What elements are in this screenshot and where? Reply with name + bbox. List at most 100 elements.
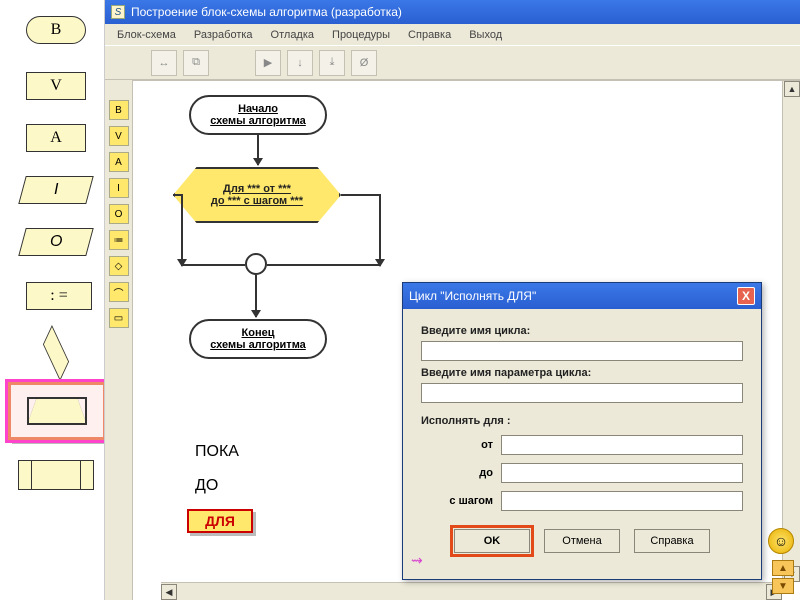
tool-arrange-icon[interactable]: ↔ [151,50,177,76]
scroll-up-icon[interactable]: ▲ [784,81,800,97]
palette-decision-button[interactable] [30,340,82,366]
smiley-icon: ☺ [768,528,794,554]
cancel-button[interactable]: Отмена [544,529,620,553]
label-to: до [421,467,493,479]
palette-action-button[interactable]: A [26,124,86,152]
edge-right-down [379,194,381,266]
vertical-scrollbar[interactable]: ▲ ▼ [782,81,800,582]
flowchart-for-loop-node[interactable]: Для *** от *** до *** с шагом *** [173,167,341,223]
end-line1: Конец [242,327,275,339]
menu-proc[interactable]: Процедуры [332,29,390,41]
input-param-name[interactable] [421,383,743,403]
dialog-close-button[interactable]: X [737,287,755,305]
nav-up-button[interactable]: ▲ [772,560,794,576]
menu-scheme[interactable]: Блок-схема [117,29,176,41]
palette-assign-label: : = [50,287,67,305]
row-to: до [421,463,743,483]
help-button[interactable]: Справка [634,529,710,553]
menu-exit[interactable]: Выход [469,29,502,41]
flowchart-end-node[interactable]: Конец схемы алгоритма [189,319,327,359]
palette-var-button[interactable]: V [26,72,86,100]
palette-assign-button[interactable]: : = [26,282,92,310]
label-step: с шагом [421,495,493,507]
palette-output-button[interactable]: O [18,228,94,256]
for-loop-dialog: Цикл "Исполнять ДЛЯ" X Введите имя цикла… [402,282,762,580]
end-line2: схемы алгоритма [210,339,306,351]
dialog-arrow-icon: ⇝ [411,552,423,569]
dialog-titlebar[interactable]: Цикл "Исполнять ДЛЯ" X [403,283,761,309]
hex-text: Для *** от *** до *** с шагом *** [173,167,341,223]
vtool-loop[interactable]: ⌒ [109,282,129,302]
menu-debug[interactable]: Отладка [271,29,314,41]
app-title: Построение блок-схемы алгоритма (разрабо… [131,5,402,19]
menu-dev[interactable]: Разработка [194,29,253,41]
vtool-action[interactable]: A [109,152,129,172]
titlebar: S Построение блок-схемы алгоритма (разра… [105,0,800,24]
input-step[interactable] [501,491,743,511]
nav-down-button[interactable]: ▼ [772,578,794,594]
palette-b-label: B [51,21,62,39]
palette-a-label: A [50,129,62,147]
vtool-begin[interactable]: B [109,100,129,120]
label-do: ДО [195,477,218,495]
flowchart-start-node[interactable]: Начало схемы алгоритма [189,95,327,135]
edge-left-stub [173,194,183,196]
app-icon: S [111,5,125,19]
external-palette: B V A I O : = [0,0,104,600]
toolbar: ↔ ⧉ ▶ ↓ ⤓ Ø [105,46,800,80]
vtool-decision[interactable]: ◇ [109,256,129,276]
up-icon: ▲ [778,563,788,574]
vtool-assign[interactable]: ≔ [109,230,129,250]
tool-grid-icon[interactable]: ⧉ [183,50,209,76]
arrow-to-end [255,275,257,317]
connector-circle[interactable] [245,253,267,275]
row-step: с шагом [421,491,743,511]
dialog-body: Введите имя цикла: Введите имя параметра… [403,309,761,579]
vtool-output[interactable]: О [109,204,129,224]
scroll-left-icon[interactable]: ◀ [161,584,177,600]
ok-button[interactable]: OK [454,529,530,553]
tool-stepover-icon[interactable]: ⤓ [319,50,345,76]
label-cycle-name: Введите имя цикла: [421,325,743,337]
palette-begin-button[interactable]: B [26,16,86,44]
tool-run-icon[interactable]: ▶ [255,50,281,76]
edge-left-h [181,264,245,266]
tool-stepinto-icon[interactable]: ↓ [287,50,313,76]
palette-input-button[interactable]: I [18,176,94,204]
palette-loop-button-selected[interactable] [8,382,106,440]
label-param-name: Введите имя параметра цикла: [421,367,743,379]
close-icon: X [742,289,750,303]
trapezoid-icon [27,397,87,425]
vtool-input[interactable]: I [109,178,129,198]
vtool-var[interactable]: V [109,126,129,146]
input-cycle-name[interactable] [421,341,743,361]
palette-subroutine-button[interactable] [18,460,94,490]
start-line2: схемы алгоритма [210,115,306,127]
edge-right [341,194,381,196]
tool-stop-icon[interactable]: Ø [351,50,377,76]
edge-to-circle [267,264,381,266]
input-from[interactable] [501,435,743,455]
loop-line2: до *** с шагом *** [211,195,303,207]
palette-i-label: I [54,181,58,199]
label-from: от [421,439,493,451]
down-icon: ▼ [778,581,788,592]
arrow-1 [257,135,259,165]
app-icon-letter: S [115,7,122,18]
horizontal-scrollbar[interactable]: ◀ ▶ [161,582,782,600]
dialog-buttons: OK Отмена Справка [421,529,743,553]
toolbar-separator [215,50,249,76]
menu-help[interactable]: Справка [408,29,451,41]
loop-line1: Для *** от *** [223,183,291,195]
palette-v-label: V [50,77,62,95]
label-dlya-selected[interactable]: ДЛЯ [187,509,253,533]
input-to[interactable] [501,463,743,483]
slide-nav: ▲ ▼ [772,560,794,594]
label-poka: ПОКА [195,443,239,461]
menubar: Блок-схема Разработка Отладка Процедуры … [105,24,800,46]
vtool-sub[interactable]: ▭ [109,308,129,328]
label-execute-for: Исполнять для : [421,415,743,427]
palette-o-label: O [50,233,62,251]
vertical-toolbox: B V A I О ≔ ◇ ⌒ ▭ [105,80,133,600]
label-dlya-text: ДЛЯ [205,513,235,529]
